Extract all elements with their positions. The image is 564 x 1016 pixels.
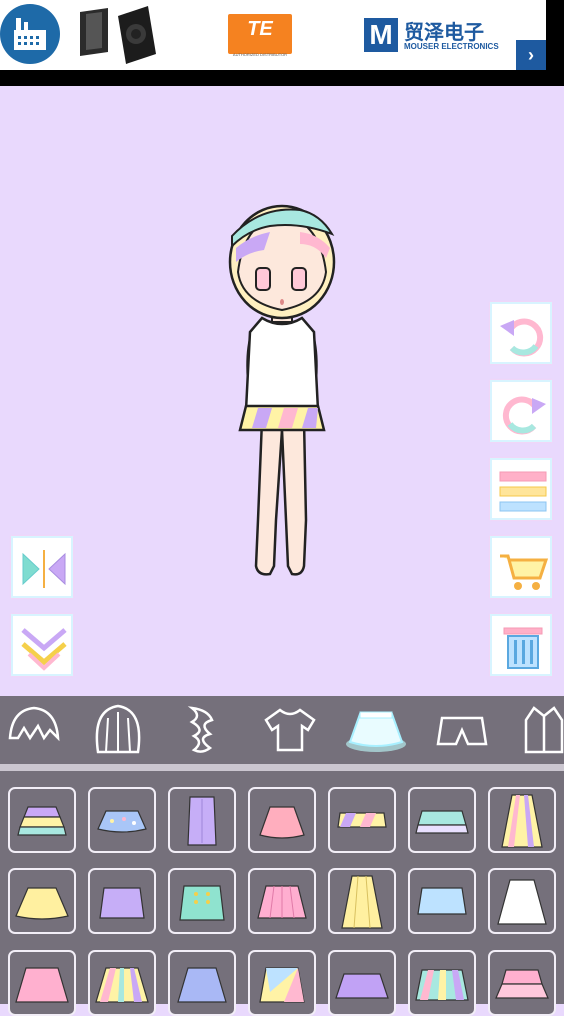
undo-button[interactable] xyxy=(490,302,552,364)
hair-side-icon xyxy=(187,706,214,753)
rainbow-pleated-skirt-icon xyxy=(95,967,149,1003)
diagonal-stripe-mini-icon xyxy=(337,812,387,828)
item-striped-maxi-skirt[interactable] xyxy=(488,787,556,853)
category-skirts[interactable] xyxy=(340,696,412,764)
yellow-skater-skirt-icon xyxy=(15,887,69,920)
category-pants[interactable] xyxy=(426,696,498,764)
category-side-hair[interactable] xyxy=(168,696,240,764)
ad-separator xyxy=(0,70,564,86)
delete-button[interactable] xyxy=(490,614,552,676)
category-divider xyxy=(0,764,564,771)
mouser-name-en: MOUSER ELECTRONICS xyxy=(404,42,499,51)
jacket-icon xyxy=(524,706,564,754)
blue-tulip-skirt-icon xyxy=(417,887,467,915)
white-flare-skirt-icon xyxy=(497,879,547,925)
periwinkle-flare-skirt-icon xyxy=(177,967,227,1003)
item-pink-skater-skirt[interactable] xyxy=(248,787,316,853)
yellow-pleated-maxi-icon xyxy=(341,875,383,929)
item-mint-button-skirt[interactable] xyxy=(168,868,236,934)
flip-button[interactable] xyxy=(11,536,73,598)
cart-icon xyxy=(500,554,549,590)
ad-edge xyxy=(546,0,564,70)
item-color-block-skirt[interactable] xyxy=(248,950,316,1016)
mint-button-skirt-icon xyxy=(179,885,225,921)
tiered-rainbow-skirt-icon xyxy=(17,806,67,836)
lavender-maxi-skirt-icon xyxy=(187,796,217,846)
item-lavender-maxi-skirt[interactable] xyxy=(168,787,236,853)
hair-back-icon xyxy=(95,704,141,754)
pink-flounce-skirt-icon xyxy=(15,967,69,1003)
item-blue-tulip-skirt[interactable] xyxy=(408,868,476,934)
chevron-double-down-icon xyxy=(21,628,67,671)
hair-bangs-icon xyxy=(8,706,60,742)
undo-icon xyxy=(500,318,544,357)
ad-banner[interactable]: TE AUTHORIZED DISTRIBUTOR M 贸泽电子 MOUSER … xyxy=(0,0,564,70)
character-figure xyxy=(228,204,336,576)
redo-button[interactable] xyxy=(490,380,552,442)
pink-skater-skirt-icon xyxy=(259,806,305,839)
rainbow-stripe-skirt-icon xyxy=(415,969,469,1001)
item-white-flare-skirt[interactable] xyxy=(488,868,556,934)
dressup-canvas[interactable] xyxy=(0,86,564,696)
item-pink-pleated-skirt[interactable] xyxy=(248,868,316,934)
te-logo: TE AUTHORIZED DISTRIBUTOR xyxy=(228,14,292,57)
category-tops[interactable] xyxy=(254,696,326,764)
item-tiered-rainbow-skirt[interactable] xyxy=(8,787,76,853)
item-periwinkle-flare-skirt[interactable] xyxy=(168,950,236,1016)
item-star-tutu[interactable] xyxy=(88,787,156,853)
mouser-name-cn: 贸泽电子 xyxy=(404,22,484,44)
item-violet-pleated-skirt[interactable] xyxy=(328,950,396,1016)
item-pink-flounce-skirt[interactable] xyxy=(8,950,76,1016)
connector-product-image xyxy=(78,4,160,71)
ruffle-pastel-skirt-icon xyxy=(415,810,469,834)
item-yellow-skater-skirt[interactable] xyxy=(8,868,76,934)
flip-icon xyxy=(22,550,66,588)
category-jackets[interactable] xyxy=(510,696,564,764)
te-tagline: AUTHORIZED DISTRIBUTOR xyxy=(232,52,288,57)
item-rainbow-stripe-skirt[interactable] xyxy=(408,950,476,1016)
star-tutu-icon xyxy=(97,810,147,833)
item-yellow-pleated-maxi[interactable] xyxy=(328,868,396,934)
striped-maxi-skirt-icon xyxy=(501,794,543,848)
pink-pleated-skirt-icon xyxy=(257,885,307,919)
shorts-icon xyxy=(436,716,488,746)
shop-button[interactable] xyxy=(490,536,552,598)
menu-button[interactable] xyxy=(490,458,552,520)
mouser-letter: M xyxy=(364,18,398,52)
pink-tiered-skirt-icon xyxy=(495,969,549,999)
item-lilac-pencil-skirt[interactable] xyxy=(88,868,156,934)
shirt-icon xyxy=(264,708,316,752)
item-pink-tiered-skirt[interactable] xyxy=(488,950,556,1016)
redo-icon xyxy=(502,396,546,435)
lilac-pencil-skirt-icon xyxy=(99,887,145,919)
item-rainbow-pleated-skirt[interactable] xyxy=(88,950,156,1016)
menu-icon xyxy=(499,471,547,512)
item-ruffle-pastel-skirt[interactable] xyxy=(408,787,476,853)
factory-icon xyxy=(0,4,60,64)
skirt-icon xyxy=(346,711,406,752)
trash-icon xyxy=(503,627,543,669)
category-bangs[interactable] xyxy=(0,696,72,764)
color-block-skirt-icon xyxy=(259,967,305,1003)
violet-pleated-skirt-icon xyxy=(335,973,389,999)
category-back-hair[interactable] xyxy=(82,696,154,764)
collapse-button[interactable] xyxy=(11,614,73,676)
te-brand: TE xyxy=(247,18,273,40)
item-diagonal-stripe-mini[interactable] xyxy=(328,787,396,853)
ad-next-button[interactable]: › xyxy=(516,40,546,70)
